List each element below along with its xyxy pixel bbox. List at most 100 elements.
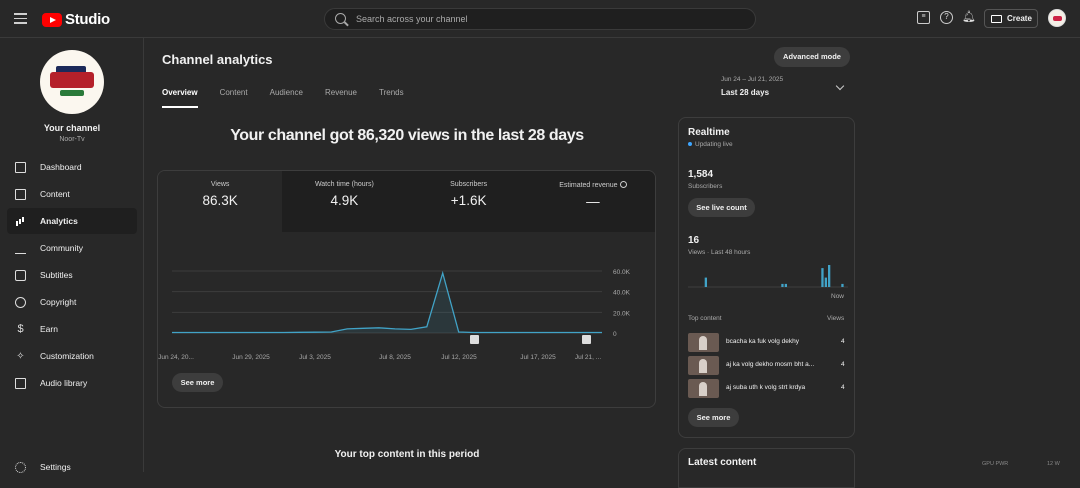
captions-icon[interactable]: ≡	[917, 11, 930, 24]
realtime-card: Realtime Updating live 1,584 Subscribers…	[678, 117, 855, 438]
sidebar-item-earn[interactable]: $ Earn	[7, 316, 137, 342]
realtime-bar	[828, 265, 831, 287]
sidebar-item-content[interactable]: Content	[7, 181, 137, 207]
info-icon[interactable]	[619, 181, 627, 188]
sidebar-item-label: Settings	[40, 462, 71, 472]
brand-label: Studio	[65, 11, 110, 28]
now-label: Now	[831, 293, 845, 300]
x-tick-label: Jul 3, 2025	[299, 354, 331, 361]
advanced-mode-button[interactable]: Advanced mode	[774, 47, 850, 67]
realtime-bar	[781, 283, 784, 287]
settings-icon	[15, 461, 26, 473]
list-item[interactable]: bcacha ka fuk volg dekhy 4	[688, 333, 848, 352]
realtime-bar	[824, 277, 827, 287]
metric-views[interactable]: Views 86.3K	[158, 171, 283, 232]
video-thumbnail	[688, 333, 719, 352]
create-button[interactable]: Create	[984, 9, 1038, 28]
video-marker-icon	[582, 335, 591, 344]
metric-subscribers[interactable]: Subscribers +1.6K	[406, 171, 531, 232]
tab-content[interactable]: Content	[220, 88, 248, 108]
tab-overview[interactable]: Overview	[162, 88, 198, 108]
analytics-tabs: Overview Content Audience Revenue Trends	[162, 88, 426, 108]
sidebar-item-label: Community	[40, 243, 83, 253]
sidebar-item-label: Analytics	[40, 216, 78, 226]
views-headline: Your channel got 86,320 views in the las…	[230, 127, 584, 144]
create-label: Create	[1007, 14, 1032, 23]
metrics-chart-card: Views 86.3K Watch time (hours) 4.9K Subs…	[157, 170, 656, 408]
menu-icon[interactable]	[14, 13, 27, 24]
main-content: Channel analytics Advanced mode Overview…	[144, 38, 1080, 488]
sidebar-item-label: Dashboard	[40, 162, 82, 172]
date-range[interactable]: Jun 24 – Jul 21, 2025	[721, 76, 783, 83]
sidebar: Your channel Noor-Tv Dashboard Content A…	[0, 38, 144, 473]
metric-label: Subscribers	[450, 181, 488, 188]
youtube-logo-icon	[42, 12, 62, 27]
subscribers-label: Subscribers	[688, 183, 723, 190]
sidebar-item-community[interactable]: Community	[7, 235, 137, 261]
views-count: 16	[688, 235, 700, 246]
sidebar-item-dashboard[interactable]: Dashboard	[7, 154, 137, 180]
chevron-down-icon[interactable]	[835, 81, 845, 91]
realtime-bar	[841, 283, 844, 287]
metric-watch-time[interactable]: Watch time (hours) 4.9K	[282, 171, 407, 232]
notifications-icon[interactable]: 🔔︎	[962, 11, 976, 24]
see-live-count-button[interactable]: See live count	[688, 198, 755, 217]
studio-logo[interactable]: Studio	[42, 11, 110, 28]
video-title: aj suba uth k volg strt krdya	[726, 384, 806, 391]
y-tick-label: 40.0K	[613, 290, 631, 297]
list-item[interactable]: aj ka volg dekho mosm bht a... 4	[688, 356, 848, 375]
list-item[interactable]: aj suba uth k volg strt krdya 4	[688, 379, 848, 398]
y-tick-label: 60.0K	[613, 269, 631, 276]
customization-icon: ✧	[16, 350, 25, 362]
sidebar-item-audio-library[interactable]: Audio library	[7, 370, 137, 396]
realtime-bar	[821, 268, 824, 287]
see-more-button[interactable]: See more	[172, 373, 223, 392]
earn-icon: $	[17, 322, 24, 335]
tab-audience[interactable]: Audience	[270, 88, 303, 108]
search-icon	[335, 13, 346, 24]
sidebar-item-analytics[interactable]: Analytics	[7, 208, 137, 234]
sidebar-item-label: Subtitles	[40, 270, 73, 280]
metric-value: —	[586, 194, 600, 209]
y-tick-label: 0	[613, 331, 617, 338]
sidebar-item-label: Copyright	[40, 297, 77, 307]
realtime-see-more-button[interactable]: See more	[688, 408, 739, 427]
metric-estimated-revenue[interactable]: Estimated revenue —	[530, 171, 655, 232]
sidebar-item-customization[interactable]: ✧ Customization	[7, 343, 137, 369]
account-avatar[interactable]	[1048, 9, 1066, 27]
y-tick-label: 20.0K	[613, 310, 631, 317]
channel-avatar[interactable]	[40, 50, 104, 114]
x-tick-label: Jul 21, ...	[575, 354, 602, 361]
metric-value: +1.6K	[450, 193, 487, 208]
content-icon	[15, 188, 26, 200]
search-input[interactable]: Search across your channel	[324, 8, 756, 30]
x-tick-label: Jul 8, 2025	[379, 354, 411, 361]
analytics-icon	[15, 216, 26, 227]
sidebar-item-label: Earn	[40, 324, 58, 334]
views-label: Views · Last 48 hours	[688, 249, 751, 256]
video-thumbnail	[688, 356, 719, 375]
sidebar-item-subtitles[interactable]: Subtitles	[7, 262, 137, 288]
realtime-status: Updating live	[695, 141, 733, 148]
date-period-selector[interactable]: Last 28 days	[721, 88, 769, 97]
x-tick-label: Jul 12, 2025	[441, 354, 477, 361]
sidebar-item-copyright[interactable]: Copyright	[7, 289, 137, 315]
video-thumbnail	[688, 379, 719, 398]
gpu-overlay-label: GPU PWR	[982, 461, 1009, 467]
video-title: bcacha ka fuk volg dekhy	[726, 338, 799, 345]
metric-label: Estimated revenue	[559, 182, 618, 189]
channel-name: Noor-Tv	[59, 136, 85, 143]
tab-revenue[interactable]: Revenue	[325, 88, 357, 108]
audio-library-icon	[15, 377, 26, 389]
sidebar-item-label: Audio library	[40, 378, 88, 388]
top-content-header: Top content	[688, 315, 722, 322]
help-icon[interactable]: ?	[940, 11, 953, 24]
views-line-chart: 60.0K 40.0K 20.0K 0 Jun 24, 20... Jun 29, 202…	[158, 269, 631, 361]
tab-trends[interactable]: Trends	[379, 88, 404, 108]
realtime-title: Realtime	[688, 127, 730, 138]
metric-tabs: Views 86.3K Watch time (hours) 4.9K Subs…	[158, 171, 655, 232]
channel-label: Your channel	[43, 123, 101, 133]
metric-label: Views	[210, 181, 230, 188]
sidebar-item-settings[interactable]: Settings	[7, 454, 137, 480]
series-area	[172, 273, 602, 333]
